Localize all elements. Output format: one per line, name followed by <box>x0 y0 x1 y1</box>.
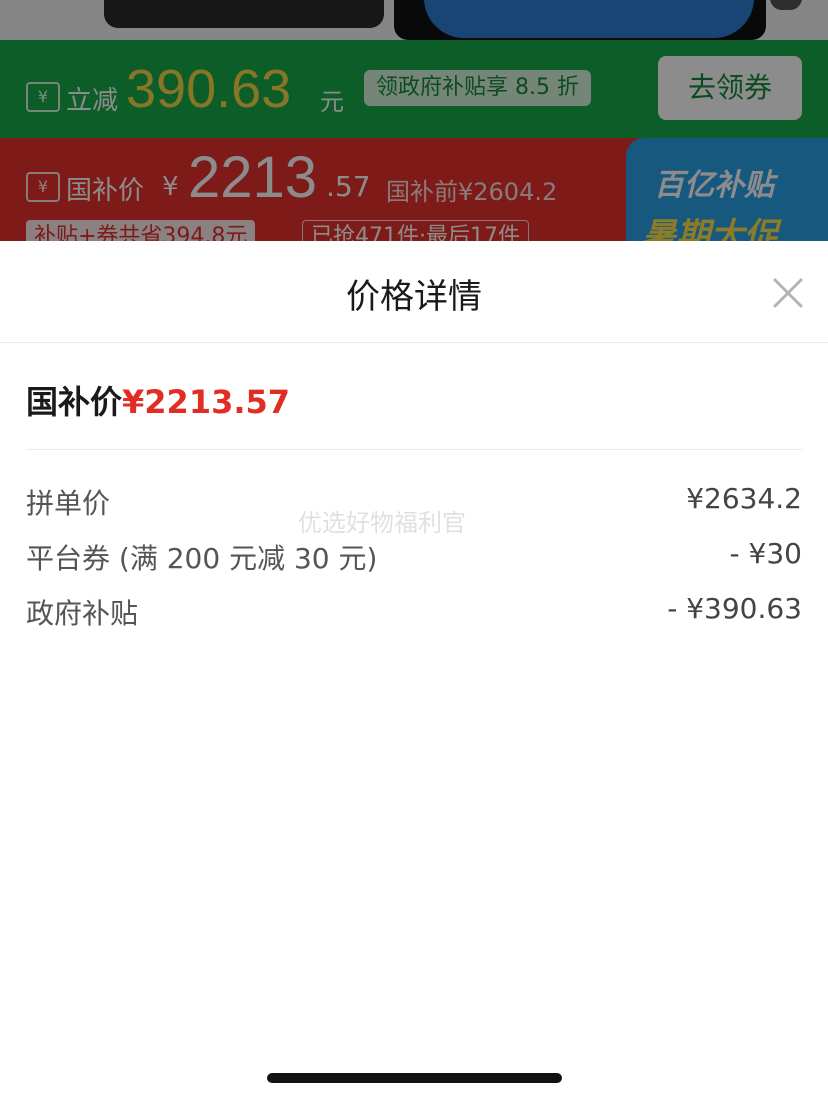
price-line-group: 拼单价 ¥2634.2 <box>26 482 802 522</box>
price-line-value: - ¥30 <box>729 537 802 570</box>
home-indicator <box>267 1073 562 1083</box>
sheet-title: 价格详情 <box>346 277 482 317</box>
price-details-sheet: 价格详情 国补价¥2213.57 优选好物福利官 拼单价 ¥2634.2 平台券… <box>0 241 828 1101</box>
background-page: ¥ 立减 390.63 元 领政府补贴享 8.5 折 去领券 ¥ 国补价 ¥ 2… <box>0 0 828 241</box>
price-line-label: 拼单价 <box>26 487 111 520</box>
close-icon[interactable] <box>770 275 806 311</box>
total-price: 国补价¥2213.57 <box>26 377 290 423</box>
price-line-label: 平台券 (满 200 元减 30 元) <box>26 542 378 575</box>
total-price-label: 国补价 <box>26 383 123 421</box>
price-line-label: 政府补贴 <box>26 597 139 630</box>
modal-backdrop[interactable] <box>0 0 828 241</box>
total-price-value: ¥2213.57 <box>122 383 291 421</box>
divider <box>26 449 802 450</box>
price-line-value: - ¥390.63 <box>667 592 802 625</box>
price-line-value: ¥2634.2 <box>686 482 802 515</box>
price-line-coupon: 平台券 (满 200 元减 30 元) - ¥30 <box>26 537 802 577</box>
price-line-subsidy: 政府补贴 - ¥390.63 <box>26 592 802 632</box>
sheet-header: 价格详情 <box>0 241 828 343</box>
